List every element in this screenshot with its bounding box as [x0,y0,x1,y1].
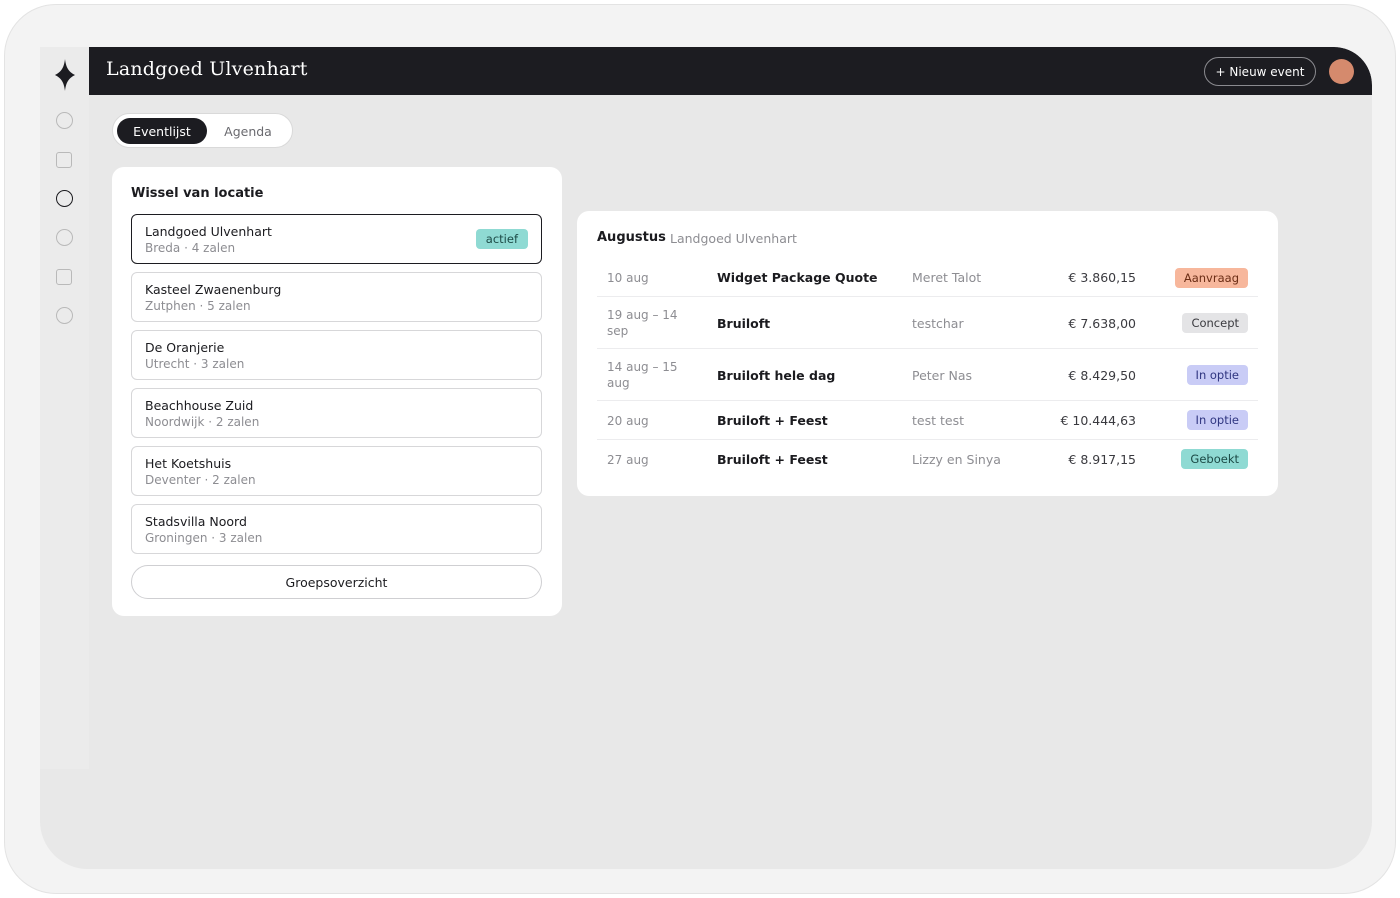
group-overview-button[interactable]: Groepsoverzicht [131,565,542,599]
event-amount: € 8.429,50 [1068,368,1136,383]
event-client: Lizzy en Sinya [912,452,1001,467]
event-date: 27 aug [607,453,649,467]
location-name: De Oranjerie [145,340,225,355]
location-card[interactable]: Stadsvilla Noord Groningen · 3 zalen [131,504,542,554]
event-client: Meret Talot [912,270,982,285]
status-badge: Geboekt [1181,449,1248,469]
tablet-frame: Landgoed Ulvenhart + Nieuw event Eventli… [4,4,1396,894]
star-logo-icon [55,59,75,91]
rail-square-icon-1[interactable] [56,152,72,168]
event-date: 20 aug [607,414,649,428]
rail-circle-icon-3[interactable] [56,307,73,324]
location-subtitle: Breda · 4 zalen [145,241,236,255]
event-list: 10 aug Widget Package Quote Meret Talot … [597,258,1258,479]
event-title: Bruiloft [717,316,771,331]
month-location: Landgoed Ulvenhart [670,231,797,246]
view-tabs: Eventlijst Agenda [112,113,293,148]
status-badge: Aanvraag [1174,268,1248,288]
new-event-button[interactable]: + Nieuw event [1204,57,1316,86]
event-client: testchar [912,316,964,331]
event-amount: € 7.638,00 [1068,316,1136,331]
event-client: Peter Nas [912,368,973,383]
event-date: 19 aug – 14 sep [607,308,678,338]
location-name: Beachhouse Zuid [145,398,254,413]
event-date: 10 aug [607,271,649,285]
location-card[interactable]: Kasteel Zwaenenburg Zutphen · 5 zalen [131,272,542,322]
event-amount: € 10.444,63 [1060,413,1136,428]
event-client: test test [912,413,964,428]
location-subtitle: Utrecht · 3 zalen [145,357,245,371]
top-bar: Landgoed Ulvenhart + Nieuw event [89,47,1372,95]
event-amount: € 8.917,15 [1068,452,1136,467]
rail-circle-icon-1[interactable] [56,112,73,129]
location-card[interactable]: Landgoed Ulvenhart Breda · 4 zalen actie… [131,214,542,264]
app-title: Landgoed Ulvenhart [106,58,308,80]
location-card[interactable]: De Oranjerie Utrecht · 3 zalen [131,330,542,380]
location-card[interactable]: Het Koetshuis Deventer · 2 zalen [131,446,542,496]
rail-circle-icon-2[interactable] [56,229,73,246]
tab-eventlijst[interactable]: Eventlijst [117,118,207,144]
event-row[interactable]: 19 aug – 14 sep Bruiloft testchar € 7.63… [597,297,1258,349]
location-switcher-panel: Wissel van locatie Landgoed Ulvenhart Br… [112,167,562,616]
avatar[interactable] [1329,59,1354,84]
rail-square-icon-2[interactable] [56,269,72,285]
status-badge: In optie [1186,410,1248,430]
location-panel-heading: Wissel van locatie [131,186,264,201]
location-list: Landgoed Ulvenhart Breda · 4 zalen actie… [131,214,542,562]
location-name: Kasteel Zwaenenburg [145,282,282,297]
status-badge: In optie [1186,365,1248,385]
event-title: Bruiloft + Feest [717,452,828,467]
location-subtitle: Zutphen · 5 zalen [145,299,251,313]
event-row[interactable]: 14 aug – 15 aug Bruiloft hele dag Peter … [597,349,1258,401]
location-subtitle: Noordwijk · 2 zalen [145,415,260,429]
side-rail [40,47,89,769]
event-title: Bruiloft + Feest [717,413,828,428]
app-screen: Landgoed Ulvenhart + Nieuw event Eventli… [40,47,1372,869]
event-row[interactable]: 10 aug Widget Package Quote Meret Talot … [597,258,1258,297]
location-name: Het Koetshuis [145,456,232,471]
event-amount: € 3.860,15 [1068,270,1136,285]
location-card[interactable]: Beachhouse Zuid Noordwijk · 2 zalen [131,388,542,438]
event-title: Widget Package Quote [717,270,878,285]
status-badge: Concept [1182,313,1248,333]
location-name: Stadsvilla Noord [145,514,247,529]
rail-circle-icon-active[interactable] [56,190,73,207]
location-name: Landgoed Ulvenhart [145,224,272,239]
event-title: Bruiloft hele dag [717,368,836,383]
location-subtitle: Deventer · 2 zalen [145,473,256,487]
month-heading: Augustus [597,230,666,245]
event-row[interactable]: 20 aug Bruiloft + Feest test test € 10.4… [597,401,1258,440]
active-badge: actief [475,229,528,249]
tab-agenda[interactable]: Agenda [209,118,287,144]
events-panel: Augustus Landgoed Ulvenhart 10 aug Widge… [577,211,1278,496]
location-subtitle: Groningen · 3 zalen [145,531,263,545]
event-row[interactable]: 27 aug Bruiloft + Feest Lizzy en Sinya €… [597,440,1258,479]
event-date: 14 aug – 15 aug [607,360,678,390]
